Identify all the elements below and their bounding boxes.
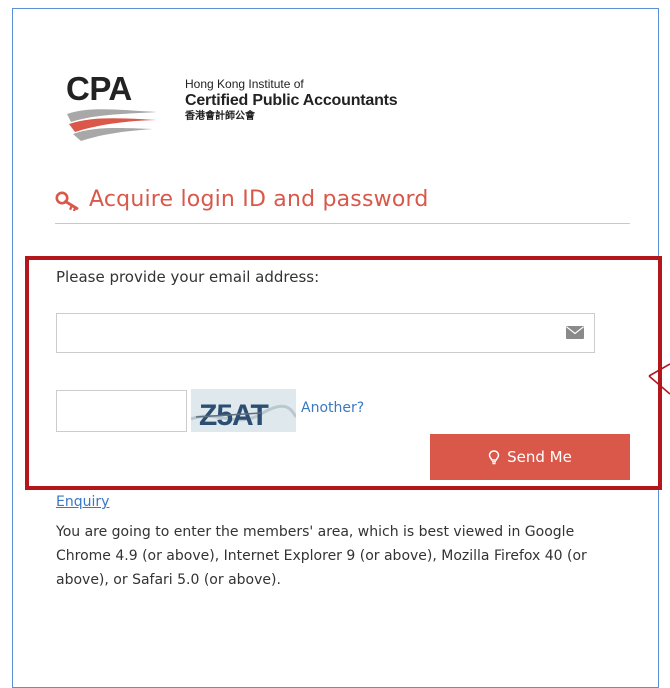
send-me-label: Send Me — [507, 448, 572, 466]
key-icon — [55, 191, 79, 211]
logo-chinese-line: 香港會計師公會 — [185, 111, 255, 122]
envelope-icon — [566, 326, 584, 339]
enquiry-link[interactable]: Enquiry — [56, 494, 109, 510]
logo-institute-line: Hong Kong Institute of — [185, 77, 304, 91]
logo-name-line: Certified Public Accountants — [185, 92, 398, 109]
send-me-button[interactable]: Send Me — [430, 434, 630, 480]
page-title: Acquire login ID and password — [89, 187, 429, 212]
lightbulb-icon — [488, 449, 500, 464]
browser-info-text: You are going to enter the members' area… — [56, 524, 587, 588]
captcha-image: Z5AT — [191, 389, 296, 432]
logo-abbreviation: CPA — [66, 70, 132, 107]
email-field — [56, 313, 595, 353]
page-heading: Acquire login ID and password — [55, 185, 630, 224]
hkicpa-logo: CPA Hong Kong Institute of Certified Pub… — [65, 70, 465, 142]
captcha-input[interactable] — [56, 390, 187, 432]
logo-swoosh-icon — [67, 109, 157, 141]
email-input[interactable] — [57, 314, 557, 352]
captcha-refresh-link[interactable]: Another? — [301, 400, 364, 416]
callout-arrow-icon — [648, 363, 670, 395]
email-label: Please provide your email address: — [56, 268, 320, 286]
